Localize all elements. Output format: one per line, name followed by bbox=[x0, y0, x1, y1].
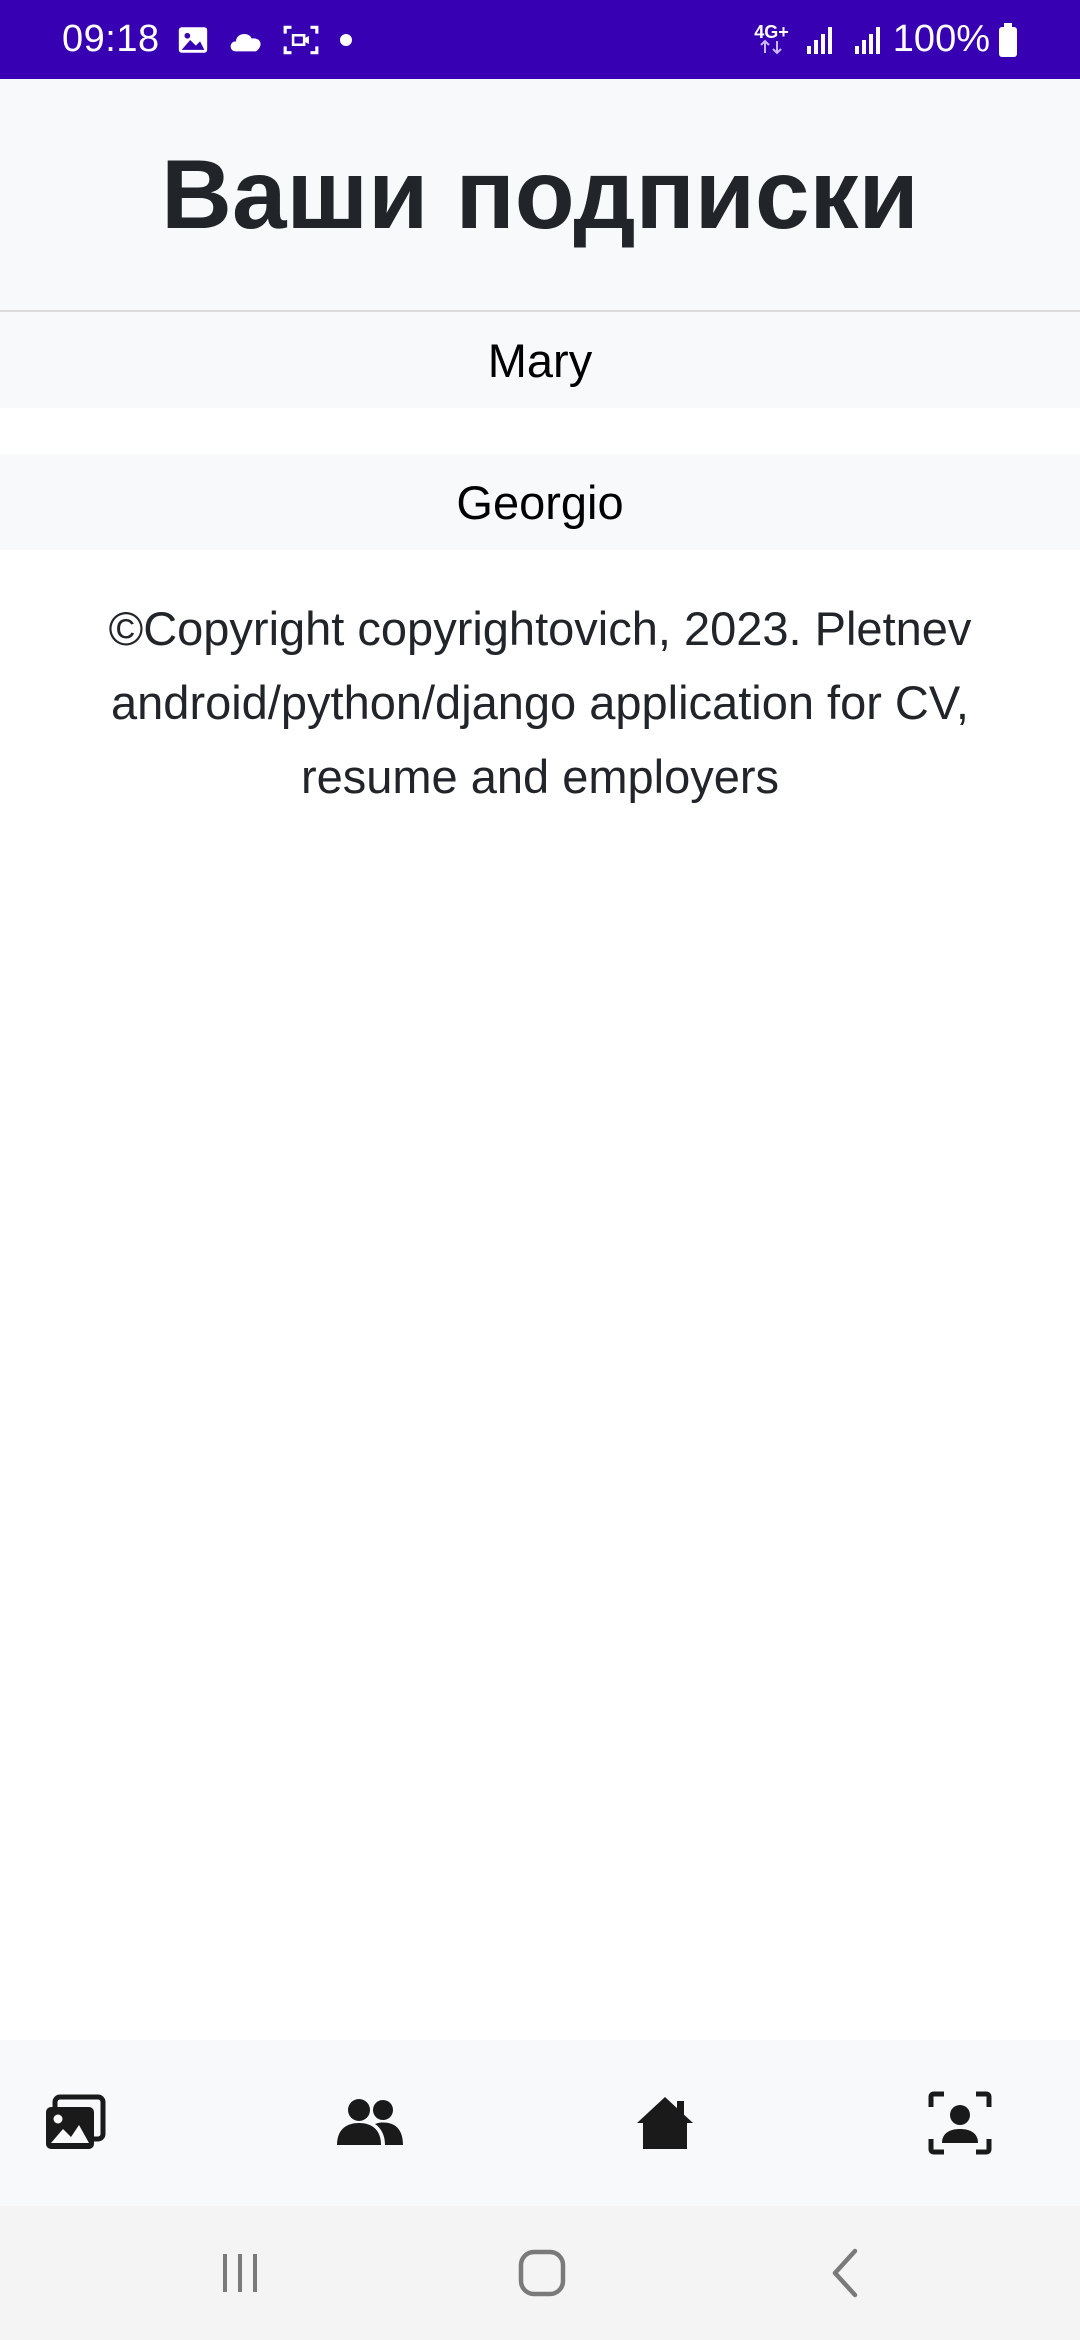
battery-percent: 100% bbox=[892, 18, 990, 60]
status-left: 09:18 bbox=[62, 18, 356, 61]
gallery-icon[interactable] bbox=[35, 2083, 115, 2163]
page-header: Ваши подписки bbox=[0, 79, 1080, 312]
people-icon[interactable] bbox=[330, 2083, 410, 2163]
signal-icon bbox=[805, 24, 837, 56]
status-bar: 09:18 4G+ 100% bbox=[0, 0, 1080, 79]
dot-icon bbox=[336, 30, 356, 50]
screen-record-icon bbox=[282, 24, 320, 56]
bottom-navigation bbox=[0, 2040, 1080, 2206]
profile-icon[interactable] bbox=[920, 2083, 1000, 2163]
status-time: 09:18 bbox=[62, 18, 160, 60]
subscription-item[interactable]: Mary bbox=[0, 312, 1080, 408]
subscription-item[interactable]: Georgio bbox=[0, 454, 1080, 550]
battery-icon bbox=[998, 22, 1018, 57]
network-4g-icon: 4G+ bbox=[754, 21, 789, 55]
home-icon[interactable] bbox=[507, 2238, 577, 2308]
image-icon bbox=[176, 23, 210, 57]
status-right: 4G+ 100% bbox=[738, 18, 1018, 61]
copyright-text: ©Copyright copyrightovich, 2023. Pletnev… bbox=[108, 602, 972, 803]
system-navigation-bar bbox=[0, 2206, 1080, 2340]
page-title: Ваши подписки bbox=[161, 139, 919, 249]
recents-icon[interactable] bbox=[205, 2238, 275, 2308]
home-icon[interactable] bbox=[625, 2083, 705, 2163]
cloud-icon bbox=[226, 25, 266, 55]
network-label: 4G+ bbox=[754, 21, 789, 42]
back-icon[interactable] bbox=[810, 2238, 880, 2308]
signal-icon bbox=[853, 24, 885, 56]
